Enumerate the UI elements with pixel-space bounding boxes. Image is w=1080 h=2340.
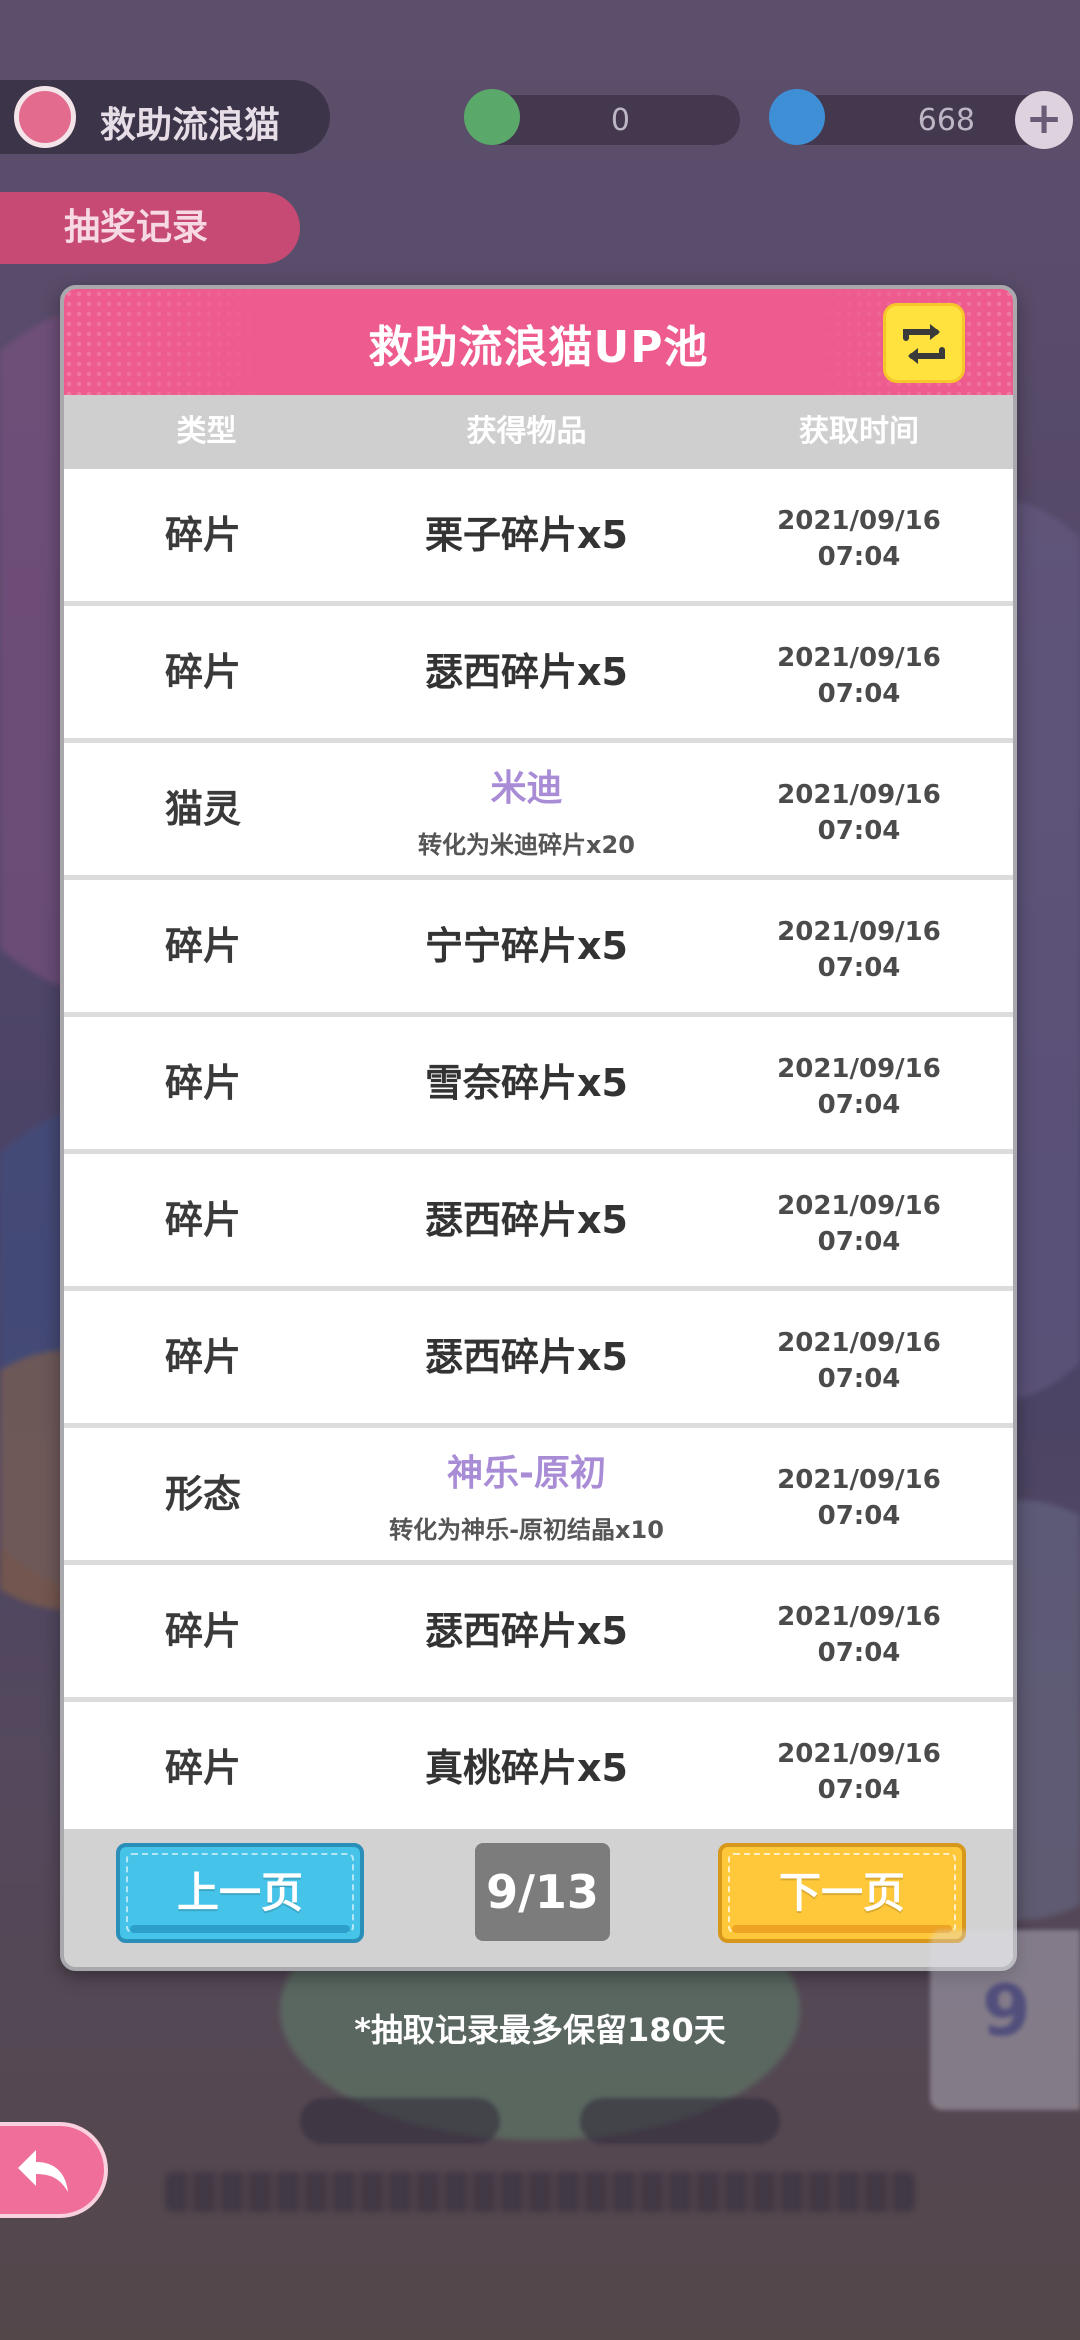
draw-record-tab[interactable]: 抽奖记录 xyxy=(0,192,300,264)
guarantee-count: 9 xyxy=(982,1970,1031,2052)
next-page-label: 下一页 xyxy=(778,1868,905,1917)
table-header: 类型 获得物品 获取时间 xyxy=(64,395,1013,469)
row-clock: 07:04 xyxy=(817,953,901,983)
column-header-item: 获得物品 xyxy=(466,414,587,449)
row-type: 碎片 xyxy=(164,1335,241,1379)
row-type: 碎片 xyxy=(164,1746,241,1790)
history-row: 碎片 雪奈碎片x5 2021/09/16 07:04 xyxy=(64,1017,1013,1154)
history-row: 碎片 栗子碎片x5 2021/09/16 07:04 xyxy=(64,469,1013,606)
resource-counter-1: 0 xyxy=(464,89,740,145)
row-item: 瑟西碎片x5 xyxy=(425,1609,628,1653)
row-item: 瑟西碎片x5 xyxy=(425,650,628,694)
row-item-name: 米迪 xyxy=(490,768,563,809)
event-title: 救助流浪猫 xyxy=(100,105,281,146)
row-type: 碎片 xyxy=(164,650,241,694)
row-type: 碎片 xyxy=(164,924,241,968)
row-item: 真桃碎片x5 xyxy=(425,1746,628,1790)
switch-arrows-icon xyxy=(903,324,945,364)
event-avatar-icon xyxy=(14,86,76,148)
draw-history-dialog: 救助流浪猫UP池 类型 获得物品 获取时间 碎片 栗子碎片x5 2021/09/… xyxy=(60,285,1017,1971)
next-page-button[interactable]: 下一页 xyxy=(718,1843,966,1943)
row-type: 形态 xyxy=(164,1472,241,1516)
history-row: 形态 神乐-原初 转化为神乐-原初结晶x10 2021/09/16 07:04 xyxy=(64,1428,1013,1565)
row-clock: 07:04 xyxy=(817,1638,901,1668)
row-date: 2021/09/16 xyxy=(777,1328,941,1358)
row-time: 2021/09/16 07:04 xyxy=(704,1325,1013,1397)
history-list[interactable]: 碎片 栗子碎片x5 2021/09/16 07:04 碎片 瑟西碎片x5 202… xyxy=(64,469,1013,1829)
row-item: 雪奈碎片x5 xyxy=(425,1061,628,1105)
guarantee-side-card: 9 xyxy=(930,1930,1080,2110)
prev-page-label: 上一页 xyxy=(176,1868,303,1917)
resource-counter-2: 668 + xyxy=(769,89,1073,149)
history-row: 碎片 瑟西碎片x5 2021/09/16 07:04 xyxy=(64,606,1013,743)
row-item-conversion-note: 转化为神乐-原初结晶x10 xyxy=(389,1516,664,1544)
row-time: 2021/09/16 07:04 xyxy=(704,1736,1013,1808)
column-header-time: 获取时间 xyxy=(799,414,919,449)
event-title-pill: 救助流浪猫 xyxy=(0,80,330,154)
row-item-name: 神乐-原初 xyxy=(447,1453,606,1494)
row-date: 2021/09/16 xyxy=(777,1602,941,1632)
row-time: 2021/09/16 07:04 xyxy=(704,1188,1013,1260)
row-item: 米迪 转化为米迪碎片x20 xyxy=(349,743,704,875)
row-clock: 07:04 xyxy=(817,1775,901,1805)
row-item: 瑟西碎片x5 xyxy=(425,1198,628,1242)
row-clock: 07:04 xyxy=(817,1501,901,1531)
history-row: 碎片 真桃碎片x5 2021/09/16 07:04 xyxy=(64,1702,1013,1829)
row-clock: 07:04 xyxy=(817,1090,901,1120)
row-item: 宁宁碎片x5 xyxy=(425,924,628,968)
page-indicator: 9/13 xyxy=(475,1843,610,1941)
prev-page-button[interactable]: 上一页 xyxy=(116,1843,364,1943)
row-date: 2021/09/16 xyxy=(777,1465,941,1495)
gem-currency-icon xyxy=(769,89,825,145)
row-time: 2021/09/16 07:04 xyxy=(704,777,1013,849)
row-clock: 07:04 xyxy=(817,1227,901,1257)
row-date: 2021/09/16 xyxy=(777,643,941,673)
row-type: 碎片 xyxy=(164,1609,241,1653)
row-date: 2021/09/16 xyxy=(777,780,941,810)
pagination-bar: 上一页 9/13 下一页 xyxy=(64,1829,1013,1967)
history-row: 碎片 宁宁碎片x5 2021/09/16 07:04 xyxy=(64,880,1013,1017)
history-row: 猫灵 米迪 转化为米迪碎片x20 2021/09/16 07:04 xyxy=(64,743,1013,880)
row-time: 2021/09/16 07:04 xyxy=(704,1599,1013,1671)
row-clock: 07:04 xyxy=(817,816,901,846)
row-item: 神乐-原初 转化为神乐-原初结晶x10 xyxy=(349,1428,704,1560)
row-type: 碎片 xyxy=(164,1198,241,1242)
row-clock: 07:04 xyxy=(817,1364,901,1394)
blurred-info-text xyxy=(165,2172,915,2212)
blurred-counter-1 xyxy=(300,2098,500,2144)
row-type: 猫灵 xyxy=(164,787,241,831)
row-time: 2021/09/16 07:04 xyxy=(704,503,1013,575)
row-type: 碎片 xyxy=(164,513,241,557)
row-item: 瑟西碎片x5 xyxy=(425,1335,628,1379)
row-time: 2021/09/16 07:04 xyxy=(704,640,1013,712)
resource-1-value: 0 xyxy=(610,103,630,138)
add-currency-button[interactable]: + xyxy=(1015,91,1073,149)
back-button[interactable] xyxy=(0,2122,108,2218)
row-date: 2021/09/16 xyxy=(777,1054,941,1084)
row-time: 2021/09/16 07:04 xyxy=(704,1462,1013,1534)
retention-note: *抽取记录最多保留180天 xyxy=(354,2011,726,2049)
row-date: 2021/09/16 xyxy=(777,506,941,536)
clover-currency-icon xyxy=(464,89,520,145)
history-row: 碎片 瑟西碎片x5 2021/09/16 07:04 xyxy=(64,1154,1013,1291)
row-item: 栗子碎片x5 xyxy=(425,513,628,557)
row-date: 2021/09/16 xyxy=(777,1739,941,1769)
row-date: 2021/09/16 xyxy=(777,1191,941,1221)
row-date: 2021/09/16 xyxy=(777,917,941,947)
history-row: 碎片 瑟西碎片x5 2021/09/16 07:04 xyxy=(64,1565,1013,1702)
switch-pool-button[interactable] xyxy=(883,303,965,383)
resource-2-value: 668 xyxy=(917,103,975,138)
row-time: 2021/09/16 07:04 xyxy=(704,1051,1013,1123)
history-row: 碎片 瑟西碎片x5 2021/09/16 07:04 xyxy=(64,1291,1013,1428)
back-arrow-icon xyxy=(18,2150,68,2192)
row-time: 2021/09/16 07:04 xyxy=(704,914,1013,986)
row-clock: 07:04 xyxy=(817,542,901,572)
row-item-conversion-note: 转化为米迪碎片x20 xyxy=(418,831,635,859)
blurred-counter-2 xyxy=(580,2098,780,2144)
row-type: 碎片 xyxy=(164,1061,241,1105)
dialog-title: 救助流浪猫UP池 xyxy=(368,322,709,373)
row-clock: 07:04 xyxy=(817,679,901,709)
column-header-type: 类型 xyxy=(176,414,237,449)
